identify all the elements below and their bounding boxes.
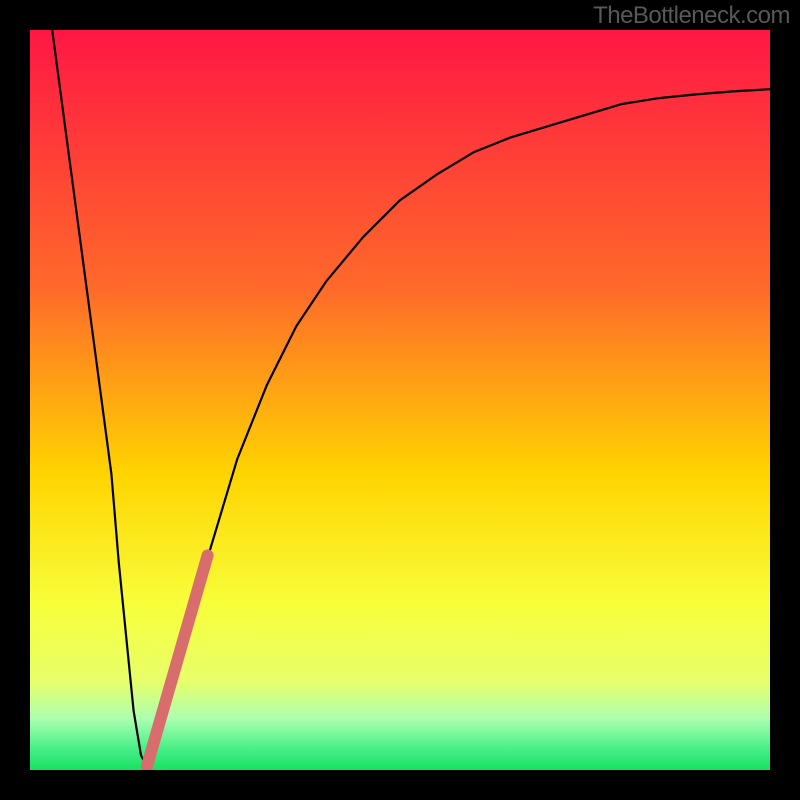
chart-svg	[30, 30, 770, 770]
plot-area	[30, 30, 770, 770]
bottleneck-curve	[52, 30, 770, 770]
highlight-marker	[147, 555, 208, 766]
chart-frame: TheBottleneck.com	[0, 0, 800, 800]
watermark-text: TheBottleneck.com	[593, 2, 790, 30]
